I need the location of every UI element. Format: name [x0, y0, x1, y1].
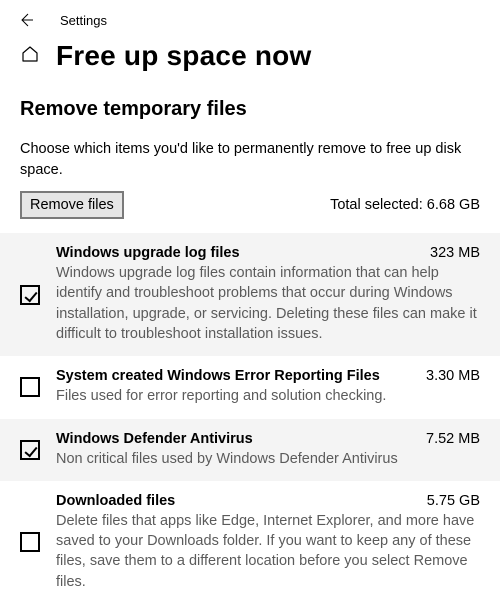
item-size: 323 MB: [430, 245, 480, 261]
item-size: 5.75 GB: [427, 493, 480, 509]
remove-files-button[interactable]: Remove files: [20, 191, 124, 219]
section-description: Choose which items you'd like to permane…: [20, 139, 480, 181]
item-title: Downloaded files: [56, 493, 175, 509]
total-selected-label: Total selected: 6.68 GB: [330, 197, 480, 213]
list-item[interactable]: System created Windows Error Reporting F…: [0, 356, 500, 418]
list-item[interactable]: Windows upgrade log files 323 MB Windows…: [0, 233, 500, 356]
main-section: Remove temporary files Choose which item…: [0, 72, 500, 604]
checkbox[interactable]: [20, 377, 40, 397]
checkbox[interactable]: [20, 440, 40, 460]
file-list: Windows upgrade log files 323 MB Windows…: [0, 233, 500, 604]
checkbox[interactable]: [20, 532, 40, 552]
item-title: Windows upgrade log files: [56, 245, 240, 261]
page-title: Free up space now: [56, 40, 311, 72]
item-title: System created Windows Error Reporting F…: [56, 368, 380, 384]
titlebar: Free up space now: [0, 38, 500, 72]
list-item[interactable]: Windows Defender Antivirus 7.52 MB Non c…: [0, 419, 500, 481]
item-size: 3.30 MB: [426, 368, 480, 384]
app-title: Settings: [60, 13, 107, 28]
topbar: Settings: [0, 0, 500, 38]
item-description: Files used for error reporting and solut…: [56, 386, 480, 406]
home-icon[interactable]: [20, 44, 40, 69]
action-row: Remove files Total selected: 6.68 GB: [20, 191, 480, 219]
item-size: 7.52 MB: [426, 431, 480, 447]
item-description: Non critical files used by Windows Defen…: [56, 449, 480, 469]
back-icon[interactable]: [18, 12, 34, 28]
list-item[interactable]: Downloaded files 5.75 GB Delete files th…: [0, 481, 500, 604]
item-description: Delete files that apps like Edge, Intern…: [56, 511, 480, 592]
section-heading: Remove temporary files: [20, 98, 480, 121]
item-title: Windows Defender Antivirus: [56, 431, 253, 447]
item-description: Windows upgrade log files contain inform…: [56, 263, 480, 344]
checkbox[interactable]: [20, 285, 40, 305]
